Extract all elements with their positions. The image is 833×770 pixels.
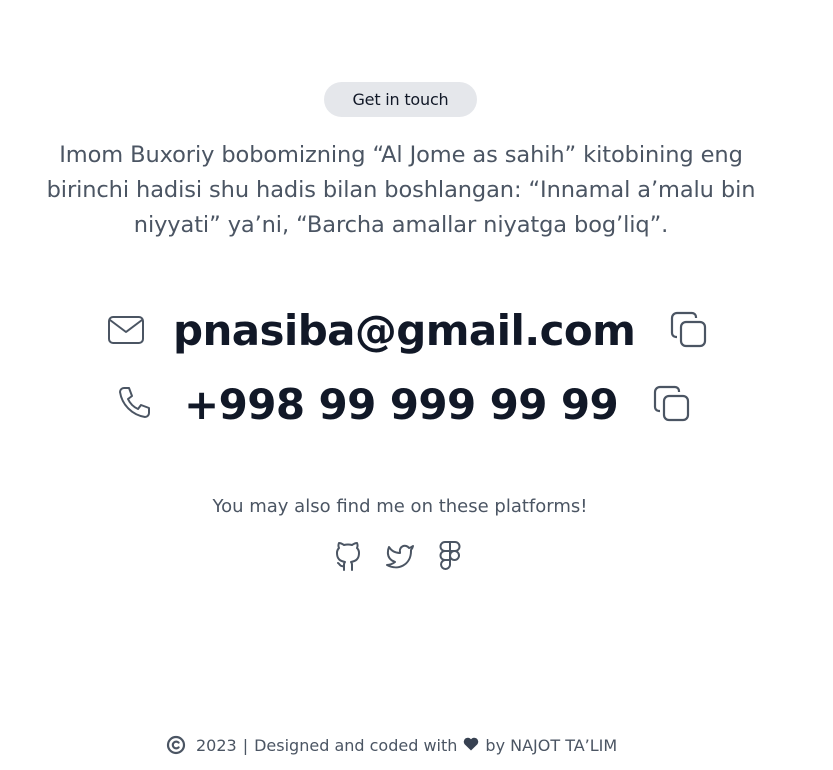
contact-page: Get in touch Imom Buxoriy bobomizning “A…: [0, 0, 833, 770]
github-icon[interactable]: [333, 540, 363, 572]
figma-icon[interactable]: [437, 540, 463, 572]
phone-row: +998 99 999 99 99: [116, 374, 692, 434]
platforms-label: You may also find me on these platforms!: [212, 496, 588, 517]
footer-designed-text: Designed and coded with: [254, 735, 458, 755]
email-row: pnasiba@gmail.com: [107, 300, 709, 360]
email-address[interactable]: pnasiba@gmail.com: [173, 306, 636, 355]
mail-icon: [107, 314, 145, 346]
twitter-icon[interactable]: [385, 540, 415, 572]
intro-text: Imom Buxoriy bobomizning “Al Jome as sah…: [46, 142, 756, 238]
copy-email-icon[interactable]: [669, 310, 709, 350]
footer-by-text: by NAJOT TA’LIM: [485, 735, 618, 755]
copy-phone-icon[interactable]: [652, 384, 692, 424]
footer-divider: |: [242, 735, 249, 755]
copyright-icon: [166, 735, 186, 755]
social-links: [333, 540, 463, 572]
heart-icon: [463, 736, 479, 755]
get-in-touch-badge: Get in touch: [324, 82, 477, 117]
footer: 2023 | Designed and coded with by NAJOT …: [166, 735, 617, 755]
phone-number[interactable]: +998 99 999 99 99: [184, 380, 619, 429]
footer-year: 2023: [196, 735, 237, 755]
phone-icon: [116, 385, 154, 423]
